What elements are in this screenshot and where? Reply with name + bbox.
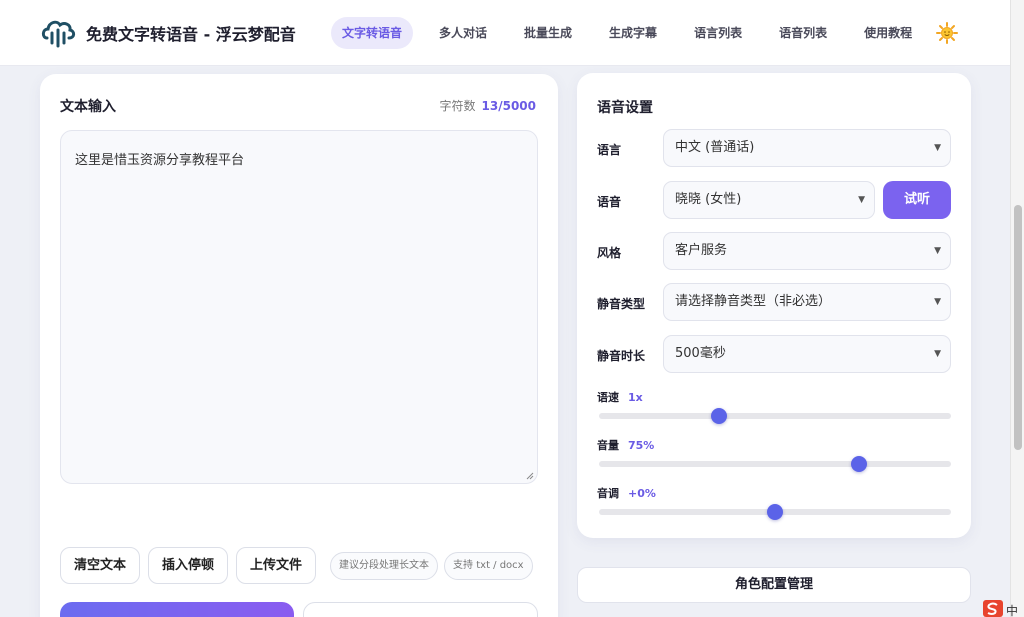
text-action-row: 清空文本 插入停顿 上传文件 建议分段处理长文本 支持 txt / docx bbox=[60, 547, 533, 584]
sun-icon[interactable] bbox=[936, 22, 958, 44]
caret-down-icon: ▼ bbox=[934, 246, 941, 256]
speed-slider-label: 语速 1x bbox=[597, 389, 643, 405]
role-config-button[interactable]: 角色配置管理 bbox=[577, 567, 971, 603]
main-nav: 文字转语音 多人对话 批量生成 生成字幕 语言列表 语音列表 使用教程 bbox=[331, 17, 938, 49]
ime-mode-text[interactable]: 中 bbox=[1006, 602, 1018, 617]
speed-value: 1x bbox=[628, 391, 643, 404]
volume-label: 音量 bbox=[597, 439, 619, 452]
silence-duration-select[interactable]: 500毫秒 ▼ bbox=[663, 335, 951, 373]
upload-file-button[interactable]: 上传文件 bbox=[236, 547, 317, 584]
pitch-slider-thumb[interactable] bbox=[767, 504, 783, 520]
caret-down-icon: ▼ bbox=[858, 195, 865, 205]
pitch-label: 音调 bbox=[597, 487, 619, 500]
volume-slider-label: 音量 75% bbox=[597, 437, 654, 453]
voice-label: 语音 bbox=[597, 195, 622, 209]
language-select-value: 中文 (普通话) bbox=[675, 140, 755, 155]
supported-formats-chip: 支持 txt / docx bbox=[444, 551, 533, 580]
nav-batch-generate[interactable]: 批量生成 bbox=[513, 17, 583, 49]
silence-duration-select-value: 500毫秒 bbox=[675, 346, 726, 361]
volume-slider-thumb[interactable] bbox=[851, 456, 868, 472]
voice-select[interactable]: 晓晓 (女性) ▼ bbox=[663, 181, 875, 219]
sound-wave-cloud-icon bbox=[41, 20, 76, 48]
scrollbar-thumb[interactable] bbox=[1014, 205, 1022, 450]
text-input-content: 这里是惜玉资源分享教程平台 bbox=[75, 153, 245, 168]
caret-down-icon: ▼ bbox=[934, 349, 941, 359]
style-label: 风格 bbox=[597, 246, 622, 260]
site-title: 免费文字转语音 - 浮云梦配音 bbox=[86, 25, 296, 44]
style-select-value: 客户服务 bbox=[675, 243, 728, 258]
nav-tutorial[interactable]: 使用教程 bbox=[853, 17, 923, 49]
listen-button[interactable]: 试听 bbox=[883, 181, 951, 219]
insert-pause-button[interactable]: 插入停顿 bbox=[148, 547, 229, 584]
silence-type-select-value: 请选择静音类型（非必选） bbox=[675, 294, 832, 309]
nav-language-list[interactable]: 语言列表 bbox=[683, 17, 753, 49]
generate-button[interactable] bbox=[60, 602, 294, 617]
language-select[interactable]: 中文 (普通话) ▼ bbox=[663, 129, 951, 167]
silence-duration-label: 静音时长 bbox=[597, 349, 646, 363]
style-select[interactable]: 客户服务 ▼ bbox=[663, 232, 951, 270]
caret-down-icon: ▼ bbox=[934, 297, 941, 307]
language-label: 语言 bbox=[597, 143, 622, 157]
voice-settings-title: 语音设置 bbox=[597, 100, 653, 116]
speed-slider-thumb[interactable] bbox=[710, 408, 727, 424]
text-input-title: 文本输入 bbox=[60, 99, 116, 115]
volume-value: 75% bbox=[628, 439, 655, 452]
nav-multi-dialogue[interactable]: 多人对话 bbox=[428, 17, 498, 49]
pitch-slider-label: 音调 +0% bbox=[597, 485, 656, 501]
char-count-label: 字符数 bbox=[439, 99, 476, 113]
top-navbar: 免费文字转语音 - 浮云梦配音 文字转语音 多人对话 批量生成 生成字幕 语言列… bbox=[0, 0, 1010, 66]
brand[interactable]: 免费文字转语音 - 浮云梦配音 bbox=[40, 16, 296, 50]
voice-settings-card: 语音设置 语言 中文 (普通话) ▼ 语音 晓晓 (女性) ▼ 试听 风格 客户… bbox=[577, 73, 971, 538]
char-count: 字符数 13/5000 bbox=[440, 97, 537, 114]
silence-type-label: 静音类型 bbox=[597, 297, 646, 311]
sogou-input-icon[interactable] bbox=[983, 600, 1003, 617]
nav-generate-subtitles[interactable]: 生成字幕 bbox=[598, 17, 668, 49]
volume-slider[interactable] bbox=[599, 456, 951, 472]
resize-grip-icon[interactable] bbox=[526, 472, 534, 480]
silence-type-select[interactable]: 请选择静音类型（非必选） ▼ bbox=[663, 283, 951, 321]
secondary-action-button[interactable] bbox=[303, 602, 538, 617]
pitch-value: +0% bbox=[628, 487, 656, 500]
nav-text-to-speech[interactable]: 文字转语音 bbox=[331, 17, 414, 49]
speed-label: 语速 bbox=[597, 391, 619, 404]
text-input-card: 文本输入 字符数 13/5000 这里是惜玉资源分享教程平台 清空文本 插入停顿 … bbox=[40, 74, 558, 617]
long-text-tip-chip: 建议分段处理长文本 bbox=[330, 551, 439, 580]
page-scrollbar[interactable] bbox=[1010, 0, 1024, 617]
text-input-area[interactable]: 这里是惜玉资源分享教程平台 bbox=[60, 130, 538, 484]
speed-slider[interactable] bbox=[599, 408, 951, 424]
voice-select-value: 晓晓 (女性) bbox=[675, 192, 742, 207]
nav-voice-list[interactable]: 语音列表 bbox=[768, 17, 838, 49]
char-count-value: 13/5000 bbox=[481, 99, 536, 113]
clear-text-button[interactable]: 清空文本 bbox=[60, 547, 141, 584]
caret-down-icon: ▼ bbox=[934, 143, 941, 153]
pitch-slider[interactable] bbox=[599, 504, 951, 520]
